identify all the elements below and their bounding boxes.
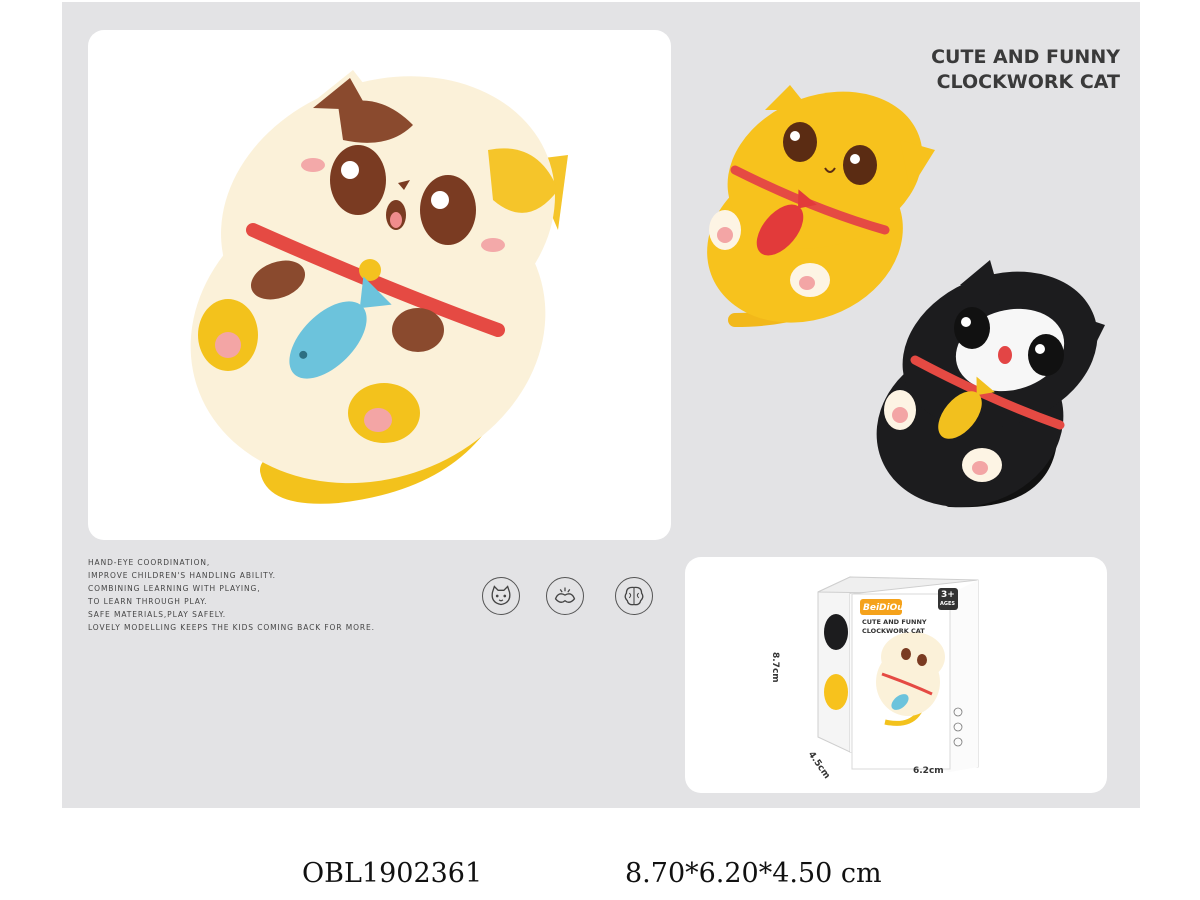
- feature-line-3: COMBINING LEARNING WITH PLAYING,: [88, 584, 261, 593]
- product-size: 8.70*6.20*4.50 cm: [625, 858, 882, 889]
- width-dimension: 6.2cm: [913, 766, 944, 776]
- feature-line-6: LOVELY MODELLING KEEPS THE KIDS COMING B…: [88, 623, 375, 632]
- height-dimension: 8.7cm: [770, 652, 780, 683]
- product-code: OBL1902361: [302, 858, 483, 889]
- package-age: 3+: [941, 590, 955, 600]
- title-line-1: CUTE AND FUNNY: [931, 46, 1120, 68]
- feature-list: HAND-EYE COORDINATION, IMPROVE CHILDREN'…: [88, 556, 408, 634]
- cream-cat-image: [190, 70, 568, 504]
- black-cat-image: [876, 260, 1105, 508]
- hands-icon: [546, 577, 584, 615]
- package-name-line-2: CLOCKWORK CAT: [862, 627, 925, 635]
- cat-face-icon: [482, 577, 520, 615]
- package-age-sub: AGES: [940, 601, 955, 607]
- feature-line-1: HAND-EYE COORDINATION,: [88, 558, 211, 567]
- feature-line-4: TO LEARN THROUGH PLAY.: [88, 597, 208, 606]
- feature-line-5: SAFE MATERIALS,PLAY SAFELY.: [88, 610, 227, 619]
- package-brand: BeiDiOu: [863, 603, 904, 613]
- package-name-line-1: CUTE AND FUNNY: [862, 618, 927, 626]
- brain-icon: [615, 577, 653, 615]
- feature-line-2: IMPROVE CHILDREN'S HANDLING ABILITY.: [88, 571, 276, 580]
